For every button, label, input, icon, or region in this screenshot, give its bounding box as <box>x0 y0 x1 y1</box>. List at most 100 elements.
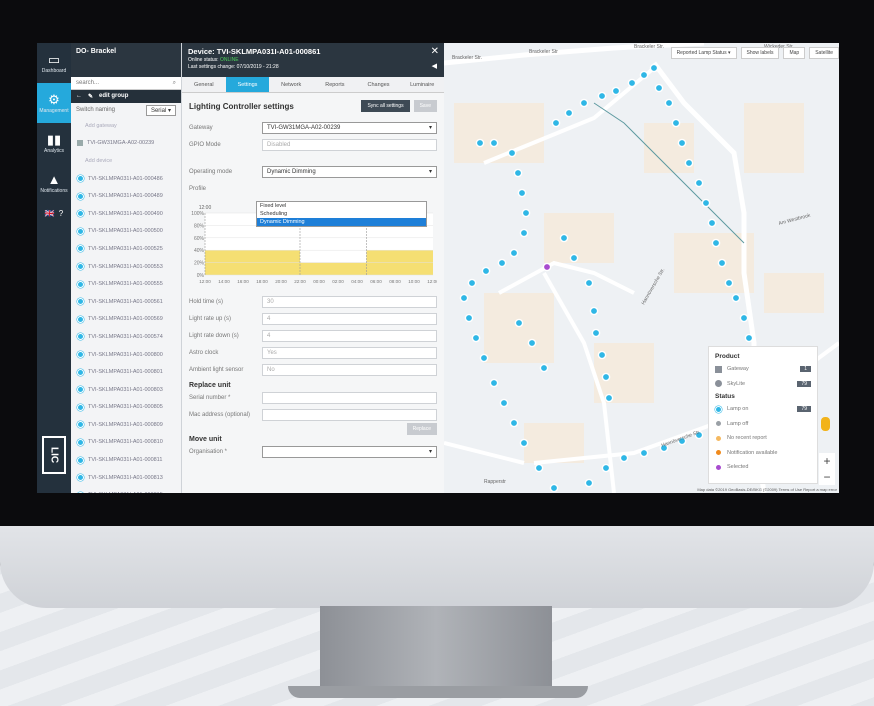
astro-clock-field[interactable]: Yes <box>262 346 437 359</box>
lamp-marker[interactable] <box>559 233 569 243</box>
lamp-marker[interactable] <box>509 418 519 428</box>
tab-general[interactable]: General <box>182 77 226 92</box>
lamp-marker[interactable] <box>639 70 649 80</box>
lamp-marker[interactable] <box>639 448 649 458</box>
street-view-pegman-icon[interactable] <box>821 417 830 431</box>
tab-reports[interactable]: Reports <box>313 77 357 92</box>
lamp-marker[interactable] <box>475 138 485 148</box>
device-list-item[interactable]: TVI-SKLMPA031I-A01-000803 <box>71 381 181 399</box>
lamp-marker[interactable] <box>711 238 721 248</box>
tab-settings[interactable]: Settings <box>225 77 270 92</box>
device-list-item[interactable]: TVI-SKLMPA031I-A01-000809 <box>71 416 181 434</box>
sync-all-button[interactable]: Sync all settings <box>361 100 410 112</box>
lamp-marker[interactable] <box>489 378 499 388</box>
show-labels-button[interactable]: Show labels <box>740 47 780 59</box>
lamp-marker[interactable] <box>589 306 599 316</box>
light-rate-down-input[interactable]: 4 <box>262 329 437 342</box>
organisation-select[interactable]: ▾ <box>262 445 437 458</box>
lamp-marker[interactable] <box>601 463 611 473</box>
lamp-marker[interactable] <box>534 463 544 473</box>
lamp-marker[interactable] <box>731 293 741 303</box>
nav-management[interactable]: ⚙ Management <box>37 83 71 123</box>
hold-time-input[interactable]: 30 <box>262 295 437 308</box>
lamp-marker[interactable] <box>627 78 637 88</box>
lamp-marker[interactable] <box>654 83 664 93</box>
device-list-item[interactable]: TVI-SKLMPA031I-A01-000561 <box>71 293 181 311</box>
device-list-item[interactable]: TVI-SKLMPA031I-A01-000489 <box>71 187 181 205</box>
lamp-marker[interactable] <box>724 278 734 288</box>
ambient-sensor-field[interactable]: No <box>262 363 437 376</box>
edit-group-bar[interactable]: ← ✎ edit group <box>71 90 181 103</box>
device-list-item[interactable]: TVI-SKLMPA031I-A01-000490 <box>71 205 181 223</box>
layer-select[interactable]: Reported Lamp Status ▾ <box>670 47 737 59</box>
replace-button[interactable]: Replace <box>406 423 437 435</box>
lamp-marker[interactable] <box>671 118 681 128</box>
lamp-marker[interactable] <box>459 293 469 303</box>
lamp-marker[interactable] <box>744 333 754 343</box>
lamp-marker[interactable] <box>527 338 537 348</box>
lamp-marker[interactable] <box>664 98 674 108</box>
add-gateway-link[interactable]: Add gateway <box>71 117 181 135</box>
operating-mode-select[interactable]: Dynamic Dimming ▾ <box>262 165 437 178</box>
lamp-marker[interactable] <box>619 453 629 463</box>
option-dynamic-dimming[interactable]: Dynamic Dimming <box>257 218 426 226</box>
tab-network[interactable]: Network <box>269 77 313 92</box>
lamp-marker[interactable] <box>517 188 527 198</box>
device-list-item[interactable]: TVI-SKLMPA031I-A01-000800 <box>71 346 181 364</box>
device-list-item[interactable]: TVI-SKLMPA031I-A01-000525 <box>71 240 181 258</box>
lamp-marker[interactable] <box>514 318 524 328</box>
nav-analytics[interactable]: ▮▮ Analytics <box>37 123 71 163</box>
gateway-item[interactable]: TVI-GW31MGA-A02-00239 <box>71 135 181 153</box>
device-list-item[interactable]: TVI-SKLMPA031I-A01-000801 <box>71 363 181 381</box>
switch-naming-select[interactable]: Serial ▾ <box>145 104 176 116</box>
device-list-item[interactable]: TVI-SKLMPA031I-A01-000574 <box>71 328 181 346</box>
map-view[interactable]: Brackeler Str. Brackeler Str Brackeler Str… <box>444 43 839 493</box>
lamp-marker[interactable] <box>497 258 507 268</box>
lamp-marker[interactable] <box>604 393 614 403</box>
device-list-item[interactable]: TVI-SKLMPA031I-A01-000811 <box>71 451 181 469</box>
gpio-field[interactable]: Disabled <box>262 138 437 151</box>
lamp-marker[interactable] <box>549 483 559 493</box>
lamp-marker[interactable] <box>591 328 601 338</box>
tab-changes[interactable]: Changes <box>357 77 401 92</box>
nav-notifications[interactable]: ▲ Notifications <box>37 163 71 203</box>
save-button[interactable]: Save <box>413 100 437 112</box>
lamp-marker[interactable] <box>597 350 607 360</box>
light-rate-up-input[interactable]: 4 <box>262 312 437 325</box>
lamp-marker[interactable] <box>499 398 509 408</box>
lamp-marker[interactable] <box>479 353 489 363</box>
option-fixed-level[interactable]: Fixed level <box>257 202 426 210</box>
lamp-marker[interactable] <box>707 218 717 228</box>
lamp-marker[interactable] <box>611 86 621 96</box>
lamp-marker[interactable] <box>569 253 579 263</box>
lamp-marker[interactable] <box>521 208 531 218</box>
lamp-marker[interactable] <box>694 178 704 188</box>
lamp-marker[interactable] <box>513 168 523 178</box>
tab-luminaire[interactable]: Luminaire <box>400 77 444 92</box>
device-list-item[interactable]: TVI-SKLMPA031I-A01-000500 <box>71 223 181 241</box>
gateway-select[interactable]: TVI-GW31MGA-A02-00239 ▾ <box>262 121 437 134</box>
lamp-marker[interactable] <box>489 138 499 148</box>
lamp-marker[interactable] <box>539 363 549 373</box>
serial-number-input[interactable] <box>262 391 437 404</box>
device-list-item[interactable]: TVI-SKLMPA031I-A01-000810 <box>71 434 181 452</box>
search-input[interactable]: search... ⌕ <box>71 77 181 90</box>
device-list-item[interactable]: TVI-SKLMPA031I-A01-000815 <box>71 486 181 493</box>
lamp-marker[interactable] <box>564 108 574 118</box>
lamp-marker[interactable] <box>601 372 611 382</box>
lamp-marker[interactable] <box>519 228 529 238</box>
lamp-marker[interactable] <box>551 118 561 128</box>
lamp-marker[interactable] <box>597 91 607 101</box>
lamp-marker[interactable] <box>464 313 474 323</box>
mac-address-input[interactable] <box>262 408 437 421</box>
device-list-item[interactable]: TVI-SKLMPA031I-A01-000553 <box>71 258 181 276</box>
lamp-marker[interactable] <box>739 313 749 323</box>
help-icon[interactable]: ? <box>59 209 63 218</box>
lamp-marker[interactable] <box>584 478 594 488</box>
lamp-marker[interactable] <box>471 333 481 343</box>
add-device-link[interactable]: Add device <box>71 152 181 170</box>
lamp-marker[interactable] <box>584 278 594 288</box>
lamp-marker[interactable] <box>481 266 491 276</box>
device-list-item[interactable]: TVI-SKLMPA031I-A01-000555 <box>71 275 181 293</box>
selected-lamp-marker[interactable] <box>542 262 552 272</box>
